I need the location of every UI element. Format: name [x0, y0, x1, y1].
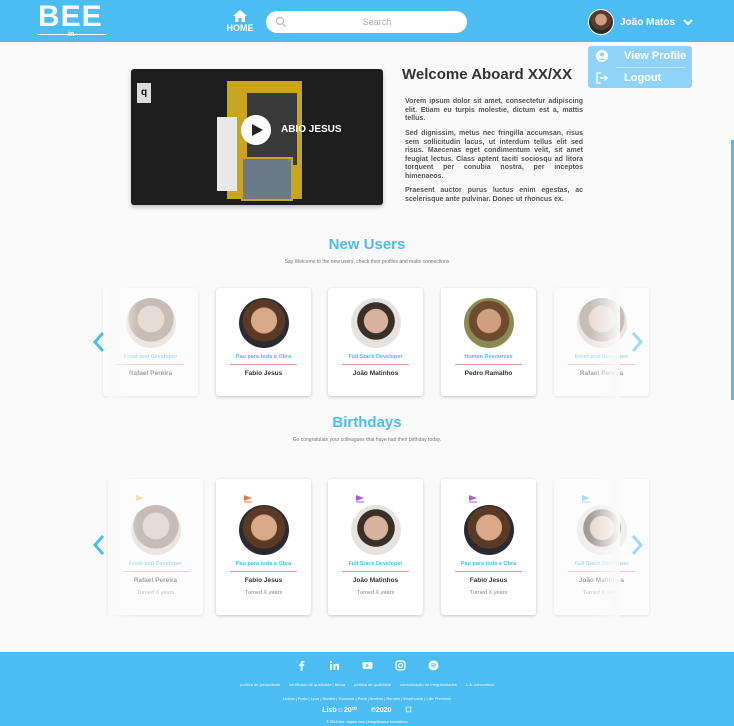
birthday-card[interactable]: Pau para toda a Obra Fabio Jesus Turned …: [441, 479, 536, 615]
spotify-icon[interactable]: [428, 660, 439, 671]
logo-subtext: in: [68, 31, 75, 38]
card-divider: [342, 364, 409, 365]
bee-logo[interactable]: BEE in: [38, 0, 106, 38]
new-user-card[interactable]: Human Resources Pedro Ramalho: [441, 288, 536, 396]
birthdays-prev-arrow[interactable]: [92, 534, 106, 556]
welcome-video[interactable]: q ABIO JESUS: [131, 69, 383, 205]
carousel-fade-left: [108, 476, 138, 618]
card-divider: [342, 571, 409, 572]
home-nav-button[interactable]: HOME: [224, 10, 256, 33]
partner-logo: ☐: [405, 707, 412, 714]
home-icon: [233, 10, 247, 22]
video-badge: q: [137, 83, 151, 103]
welcome-paragraph-3: Praesent auctor purus luctus enim egesta…: [405, 187, 583, 203]
facebook-icon[interactable]: [296, 660, 307, 671]
youtube-icon[interactable]: [362, 660, 373, 671]
user-photo: [351, 298, 401, 348]
card-divider: [230, 364, 297, 365]
view-profile-item[interactable]: View Profile: [588, 46, 692, 66]
user-name: Pedro Ramalho: [464, 370, 513, 377]
social-links: [0, 660, 734, 671]
turned-years: Turned X years: [244, 590, 283, 596]
user-name: Fabio Jesus: [244, 370, 283, 377]
new-users-title: New Users: [328, 236, 406, 253]
user-photo: [464, 298, 514, 348]
search-input[interactable]: [292, 14, 462, 30]
user-photo: [239, 298, 289, 348]
view-profile-label: View Profile: [624, 50, 687, 62]
user-name: Fabio Jesus: [244, 577, 283, 584]
turned-years: Turned X years: [469, 590, 508, 596]
new-user-card[interactable]: Full Stack Developer João Matinhos: [328, 288, 423, 396]
footer-link[interactable]: política de privacidade: [240, 682, 280, 687]
user-photo: [464, 505, 514, 555]
avatar: [588, 9, 614, 35]
user-menu[interactable]: João Matos: [588, 8, 693, 36]
user-photo: [131, 505, 181, 555]
user-name: João Matinhos: [352, 370, 399, 377]
chevron-down-icon: [683, 18, 693, 25]
user-role: Human Resources: [464, 354, 513, 360]
footer-partner-logos: Lisb☺20²⁰ ℗2020 ☐: [0, 706, 734, 714]
card-divider: [455, 364, 522, 365]
user-name: Fabio Jesus: [469, 577, 508, 584]
card-divider: [455, 571, 522, 572]
video-poster-side: [217, 117, 237, 191]
user-photo: [351, 505, 401, 555]
instagram-icon[interactable]: [394, 660, 406, 671]
video-poster-photo: [241, 157, 293, 201]
logo-text: BEE: [38, 0, 103, 33]
user-role: Pau para toda a Obra: [235, 354, 292, 360]
user-photo: [239, 505, 289, 555]
birthday-card[interactable]: Full Stack Developer João Matinhos Turne…: [328, 479, 423, 615]
welcome-paragraph-2: Sed dignissim, metus nec fringilla accum…: [405, 130, 583, 180]
footer: política de privacidade certificado de q…: [0, 652, 734, 726]
partner-logo: ℗2020: [370, 707, 392, 714]
video-title: ABIO JESUS: [281, 124, 342, 135]
welcome-paragraph-1: Vorem ipsum dolor sit amet, consectetur …: [405, 98, 583, 122]
card-divider: [230, 571, 297, 572]
top-bar: BEE in HOME João Matos: [0, 0, 734, 42]
play-button[interactable]: [241, 115, 271, 145]
user-role: Full Stack Developer: [348, 561, 403, 567]
user-role: Pau para toda a Obra: [235, 561, 292, 567]
footer-copyright: © 2019 bee. origem com | Insignificance …: [326, 720, 408, 724]
carousel-fade-right: [590, 476, 620, 618]
welcome-title: Welcome Aboard XX/XX: [402, 66, 573, 83]
linkedin-icon[interactable]: [329, 660, 340, 671]
birthday-card[interactable]: Pau para toda a Obra Fabio Jesus Turned …: [216, 479, 311, 615]
footer-link[interactable]: certificado de qualidade | lisboa: [289, 682, 345, 687]
new-user-card[interactable]: Pau para toda a Obra Fabio Jesus: [216, 288, 311, 396]
home-label: HOME: [226, 23, 254, 33]
footer-link[interactable]: L.A. consortium: [466, 682, 494, 687]
birthday-cake-icon: [469, 495, 477, 503]
footer-cities: Lisboa | Porto | Lyon | Nantes | Toulous…: [282, 696, 452, 701]
birthday-cake-icon: [244, 495, 252, 503]
footer-link[interactable]: política de qualidade: [354, 682, 391, 687]
user-name: João Matinhos: [352, 577, 399, 584]
play-icon: [252, 124, 263, 136]
search-box: [266, 11, 467, 33]
turned-years: Turned X years: [356, 590, 395, 596]
new-users-subtitle: Say Welcome to the new users, check thei…: [284, 259, 450, 265]
footer-links: política de privacidade certificado de q…: [0, 682, 734, 687]
user-icon: [596, 50, 608, 62]
logout-item[interactable]: Logout: [588, 68, 692, 88]
carousel-fade-left: [108, 285, 138, 400]
logout-icon: [596, 72, 608, 84]
partner-logo: Lisb☺20²⁰: [322, 707, 357, 714]
search-icon: [275, 16, 286, 27]
birthdays-subtitle: Go congratulate your colleagues that hav…: [292, 437, 442, 443]
user-role: Full Stack Developer: [348, 354, 403, 360]
user-name: João Matos: [620, 16, 676, 28]
user-dropdown: View Profile Logout: [588, 46, 692, 88]
logout-label: Logout: [624, 72, 662, 84]
user-role: Pau para toda a Obra: [460, 561, 517, 567]
birthday-cake-icon: [356, 495, 364, 503]
footer-link[interactable]: comunicação de irregularidades: [400, 682, 457, 687]
birthdays-title: Birthdays: [332, 414, 402, 431]
carousel-fade-right: [590, 285, 620, 400]
